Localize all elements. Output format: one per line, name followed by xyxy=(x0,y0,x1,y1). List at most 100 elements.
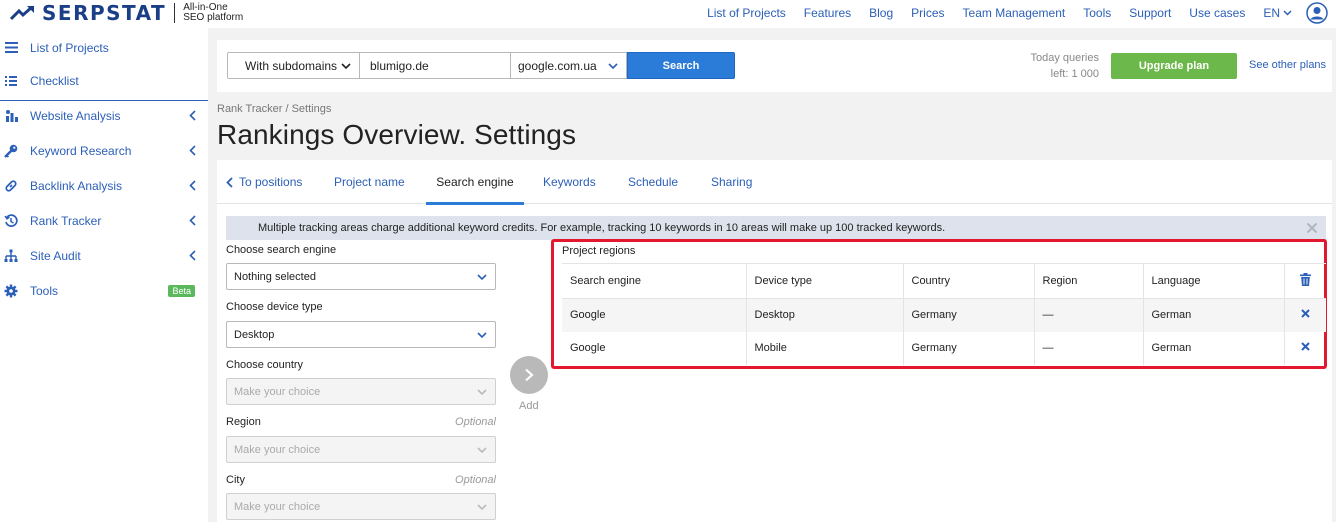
chevron-left-icon xyxy=(189,215,196,226)
city-placeholder: Make your choice xyxy=(234,500,321,513)
table-row: Google Mobile Germany — German xyxy=(562,331,1326,365)
language-code: EN xyxy=(1263,6,1280,20)
serpstat-logo[interactable]: SERPSTAT All-in-One SEO platform xyxy=(10,1,243,25)
cell-region: — xyxy=(1034,298,1144,332)
page-title: Rankings Overview. Settings xyxy=(217,119,577,150)
add-region-button[interactable] xyxy=(510,356,548,394)
cell-country: Germany xyxy=(903,331,1035,365)
topnav-tools[interactable]: Tools xyxy=(1083,6,1111,20)
cell-device-type: Desktop xyxy=(746,298,904,332)
cell-language: German xyxy=(1143,331,1285,365)
city-optional-hint: Optional xyxy=(455,474,496,486)
topnav-features[interactable]: Features xyxy=(804,6,851,20)
topnav-team-management[interactable]: Team Management xyxy=(963,6,1066,20)
sidebar-item-label: Tools xyxy=(30,283,59,298)
logo-divider xyxy=(174,3,176,23)
chevron-down-icon xyxy=(477,274,487,281)
beta-badge: Beta xyxy=(168,285,195,297)
topnav-list-of-projects[interactable]: List of Projects xyxy=(707,6,786,20)
domain-input[interactable] xyxy=(360,52,511,79)
tab-keywords[interactable]: Keywords xyxy=(543,160,596,204)
chevron-left-icon xyxy=(189,110,196,121)
website-analysis-icon xyxy=(4,109,18,123)
chevron-left-icon xyxy=(189,250,196,261)
sidebar-item-site-audit[interactable]: Site Audit xyxy=(0,238,208,273)
region-select[interactable]: Make your choice xyxy=(226,436,496,463)
topnav-use-cases[interactable]: Use cases xyxy=(1189,6,1245,20)
remove-cell xyxy=(1284,299,1326,332)
close-icon[interactable] xyxy=(1306,222,1318,234)
column-country: Country xyxy=(903,263,1035,299)
query-quota: Today queries left: 1 000 xyxy=(1031,50,1100,82)
topnav-prices[interactable]: Prices xyxy=(911,6,944,20)
tab-search-engine[interactable]: Search engine xyxy=(426,160,524,205)
see-other-plans-link[interactable]: See other plans xyxy=(1249,59,1326,71)
user-avatar-icon[interactable] xyxy=(1306,2,1328,24)
cell-device-type: Mobile xyxy=(746,331,904,365)
sidebar-item-label: Keyword Research xyxy=(30,143,132,158)
trash-icon[interactable] xyxy=(1299,273,1311,286)
sidebar-item-list-of-projects[interactable]: List of Projects xyxy=(0,30,208,65)
chevron-down-icon xyxy=(477,447,487,454)
brand-tagline: All-in-One SEO platform xyxy=(183,3,243,23)
sidebar-item-rank-tracker[interactable]: Rank Tracker xyxy=(0,203,208,238)
topnav-support[interactable]: Support xyxy=(1129,6,1171,20)
add-label: Add xyxy=(519,400,539,412)
upgrade-plan-button[interactable]: Upgrade plan xyxy=(1111,53,1237,79)
remove-row-icon[interactable] xyxy=(1301,342,1310,351)
language-selector[interactable]: EN xyxy=(1263,6,1292,20)
chevron-left-icon xyxy=(189,180,196,191)
device-type-select[interactable]: Desktop xyxy=(226,321,496,348)
sidebar-item-website-analysis[interactable]: Website Analysis xyxy=(0,98,208,133)
column-device-type: Device type xyxy=(746,263,904,299)
key-icon xyxy=(4,144,18,158)
region-placeholder: Make your choice xyxy=(234,443,321,456)
region-optional-hint: Optional xyxy=(455,416,496,428)
subdomain-scope-select[interactable]: With subdomains xyxy=(227,52,360,79)
project-regions: Project regions Search engine Device typ… xyxy=(551,239,1327,369)
database-select[interactable]: google.com.ua xyxy=(510,52,627,79)
topnav-blog[interactable]: Blog xyxy=(869,6,893,20)
serpstat-logo-icon xyxy=(10,5,34,21)
search-engine-value: Nothing selected xyxy=(234,270,316,283)
column-language: Language xyxy=(1143,263,1285,299)
tab-project-name[interactable]: Project name xyxy=(334,160,405,204)
cell-country: Germany xyxy=(903,298,1035,332)
top-bar: SERPSTAT All-in-One SEO platform List of… xyxy=(0,0,1336,28)
settings-tabs: To positions Project name Search engine … xyxy=(217,160,1332,205)
chevron-down-icon xyxy=(477,332,487,339)
city-select[interactable]: Make your choice xyxy=(226,493,496,520)
delete-all-cell xyxy=(1284,264,1326,299)
sidebar-item-keyword-research[interactable]: Keyword Research xyxy=(0,133,208,168)
brand-name: SERPSTAT xyxy=(42,1,167,25)
search-button[interactable]: Search xyxy=(627,52,735,79)
device-type-value: Desktop xyxy=(234,328,275,341)
rank-tracker-icon xyxy=(4,213,18,228)
table-row: Google Desktop Germany — German xyxy=(562,298,1326,332)
search-engine-select[interactable]: Nothing selected xyxy=(226,263,496,290)
sidebar-item-label: Site Audit xyxy=(30,248,81,263)
remove-row-icon[interactable] xyxy=(1301,309,1310,318)
tab-label: To positions xyxy=(239,175,303,189)
region-label: Region xyxy=(226,416,261,428)
column-search-engine: Search engine xyxy=(562,263,747,299)
chevron-down-icon xyxy=(608,63,618,70)
breadcrumb: Rank Tracker / Settings xyxy=(217,103,332,115)
sidebar-item-label: Backlink Analysis xyxy=(30,178,123,193)
sidebar-item-tools[interactable]: Tools Beta xyxy=(0,273,208,308)
database-value: google.com.ua xyxy=(518,58,597,73)
tab-sharing[interactable]: Sharing xyxy=(711,160,752,204)
sidebar: List of Projects Checklist Website Analy… xyxy=(0,28,208,522)
sidebar-item-backlink-analysis[interactable]: Backlink Analysis xyxy=(0,168,208,203)
chevron-down-icon xyxy=(341,63,351,70)
sidebar-item-checklist[interactable]: Checklist xyxy=(0,63,208,98)
chevron-down-icon xyxy=(477,389,487,396)
chevron-down-icon xyxy=(1283,10,1292,16)
tab-schedule[interactable]: Schedule xyxy=(628,160,678,204)
tab-to-positions[interactable]: To positions xyxy=(226,160,302,204)
city-label: City xyxy=(226,474,245,486)
sidebar-item-label: Checklist xyxy=(30,73,79,88)
chevron-down-icon xyxy=(477,504,487,511)
country-select[interactable]: Make your choice xyxy=(226,378,496,405)
cell-language: German xyxy=(1143,298,1285,332)
